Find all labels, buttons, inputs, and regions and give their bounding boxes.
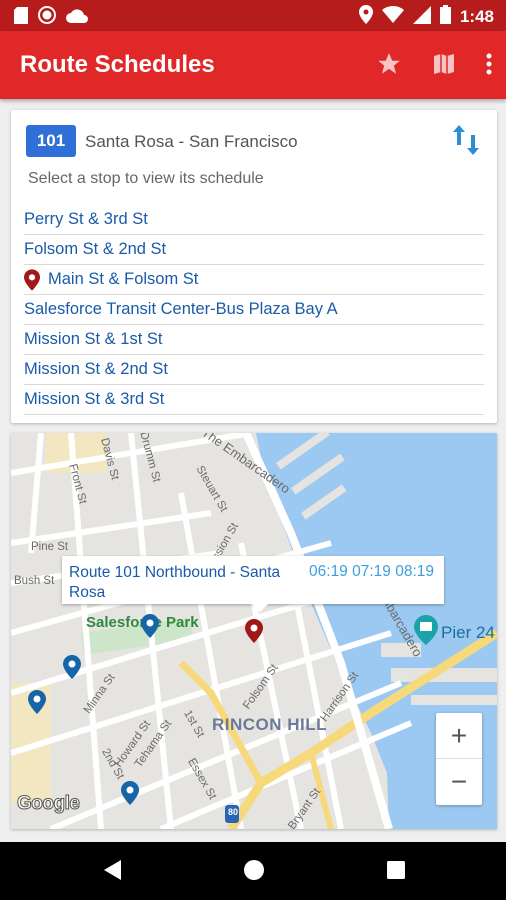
stop-item[interactable]: Mission St & 3rd St <box>24 385 484 415</box>
recents-icon[interactable] <box>387 861 405 884</box>
more-vert-icon[interactable] <box>486 53 492 80</box>
stop-marker-icon[interactable] <box>63 655 81 684</box>
stop-label: Mission St & 1st St <box>24 330 163 348</box>
signal-icon <box>412 5 431 29</box>
google-logo: Google <box>16 793 80 815</box>
stop-marker-icon[interactable] <box>121 781 139 810</box>
cloud-icon <box>66 8 88 28</box>
status-bar: 1:48 <box>0 0 506 31</box>
zoom-controls: + − <box>436 713 482 805</box>
stop-label: Mission St & 2nd St <box>24 360 168 378</box>
stop-label: Perry St & 3rd St <box>24 210 148 228</box>
selected-stop-marker-icon[interactable] <box>245 619 263 648</box>
stop-label: Salesforce Transit Center-Bus Plaza Bay … <box>24 300 338 318</box>
record-icon <box>38 6 56 29</box>
map-icon[interactable] <box>432 52 456 81</box>
zoom-out-button[interactable]: − <box>436 759 482 805</box>
street-label: Bush St <box>14 575 55 587</box>
interstate-shield: 80 <box>228 807 239 817</box>
stop-item[interactable]: Perry St & 3rd St <box>24 205 484 235</box>
pier-label: Pier 24 <box>441 623 495 642</box>
home-icon[interactable] <box>243 859 265 886</box>
page-title: Route Schedules <box>20 51 215 78</box>
stop-hint: Select a stop to view its schedule <box>28 170 264 187</box>
schedule-info-window[interactable]: Route 101 Northbound - Santa Rosa 06:19 … <box>62 556 444 612</box>
star-icon[interactable] <box>376 51 402 82</box>
route-card: 101 Santa Rosa - San Francisco Select a … <box>11 110 497 423</box>
wifi-icon <box>381 5 404 28</box>
district-label: RINCON HILL <box>212 715 328 734</box>
location-pin-icon <box>24 268 40 291</box>
info-route-name: Route 101 Northbound - Santa Rosa <box>69 564 281 601</box>
stop-marker-icon[interactable] <box>141 614 159 643</box>
stop-label: Folsom St & 2nd St <box>24 240 167 258</box>
pier-marker-icon[interactable] <box>414 615 438 650</box>
stop-item[interactable]: Folsom St & 2nd St <box>24 235 484 265</box>
swap-vert-icon <box>451 125 481 161</box>
stop-label: Mission St & 3rd St <box>24 390 165 408</box>
zoom-in-button[interactable]: + <box>436 713 482 759</box>
info-departure-times: 06:19 07:19 08:19 <box>309 563 434 580</box>
map-view[interactable]: Davis St Drumm St Front St The Embarcade… <box>11 433 497 829</box>
back-icon[interactable] <box>102 859 122 886</box>
stop-item-selected[interactable]: Main St & Folsom St <box>24 265 484 295</box>
route-name: Santa Rosa - San Francisco <box>85 132 298 151</box>
stop-item[interactable]: Salesforce Transit Center-Bus Plaza Bay … <box>24 295 484 325</box>
swap-direction-button[interactable] <box>451 123 481 157</box>
stop-list: Perry St & 3rd St Folsom St & 2nd St Main … <box>24 205 484 415</box>
route-number-badge: 101 <box>26 125 76 157</box>
stop-label: Main St & Folsom St <box>48 270 199 288</box>
battery-icon <box>439 5 451 29</box>
stop-item[interactable]: Mission St & 2nd St <box>24 355 484 385</box>
street-label: Pine St <box>31 541 69 553</box>
location-icon <box>358 5 373 29</box>
clock: 1:48 <box>459 7 494 26</box>
app-bar: Route Schedules <box>0 31 506 99</box>
navigation-bar <box>0 842 506 900</box>
stop-marker-icon[interactable] <box>28 690 46 719</box>
sd-card-icon <box>14 6 28 29</box>
stop-item[interactable]: Mission St & 1st St <box>24 325 484 355</box>
